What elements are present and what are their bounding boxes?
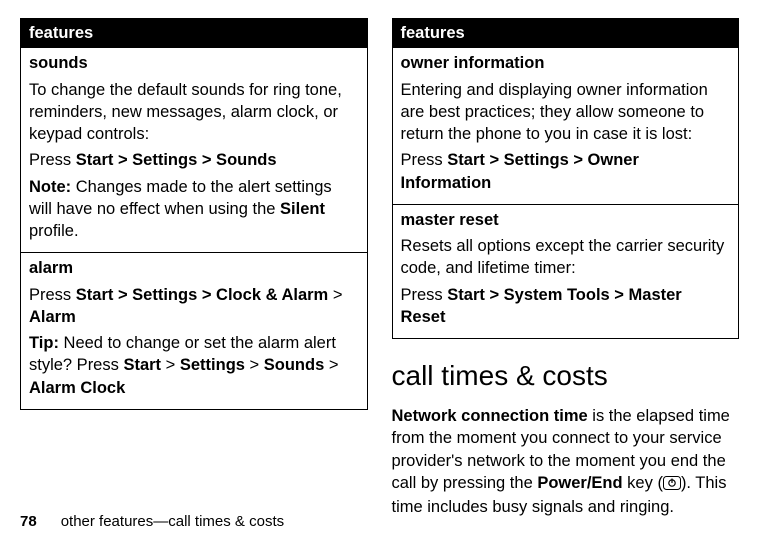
left-features-table: features sounds To change the default so… — [20, 18, 368, 410]
silent-word: Silent — [280, 200, 325, 218]
alarm-path: Press Start > Settings > Clock & Alarm >… — [29, 284, 359, 329]
press-label: Press — [401, 286, 448, 304]
body-b: key ( — [623, 474, 663, 492]
table-row: owner information Entering and displayin… — [392, 48, 739, 205]
power-end-key: Power/End — [537, 474, 622, 492]
alarm-tip: Tip: Need to change or set the alarm ale… — [29, 332, 359, 399]
path-start: Start — [447, 151, 485, 169]
section-heading-call-times: call times & costs — [392, 357, 740, 395]
right-column: features owner information Entering and … — [392, 18, 740, 524]
path-sep: > — [328, 286, 342, 304]
reset-path: Press Start > System Tools > Master Rese… — [401, 284, 731, 329]
page-footer: 78 other features—call times & costs — [20, 512, 284, 532]
tip-path-d: Alarm Clock — [29, 379, 125, 397]
table-row: alarm Press Start > Settings > Clock & A… — [21, 253, 368, 410]
power-key-icon — [663, 474, 681, 496]
note-text-b: profile. — [29, 222, 79, 240]
path-start: Start — [76, 286, 114, 304]
row-title-alarm: alarm — [29, 257, 359, 279]
left-table-header: features — [21, 19, 368, 48]
tip-sep2: > — [245, 356, 264, 374]
table-row: sounds To change the default sounds for … — [21, 48, 368, 253]
path-rest: > Settings > Sounds — [113, 151, 276, 169]
press-label: Press — [29, 286, 76, 304]
tip-sep1: > — [161, 356, 180, 374]
tip-path-a: Start — [123, 356, 161, 374]
path-last: Alarm — [29, 308, 76, 326]
path-mid: > Settings > Clock & Alarm — [113, 286, 328, 304]
path-start: Start — [76, 151, 114, 169]
owner-path: Press Start > Settings > Owner Informati… — [401, 149, 731, 194]
row-title-reset: master reset — [401, 209, 731, 231]
table-row: master reset Resets all options except t… — [392, 204, 739, 338]
tip-label: Tip: — [29, 334, 59, 352]
right-features-table: features owner information Entering and … — [392, 18, 740, 339]
press-label: Press — [29, 151, 76, 169]
row-title-owner: owner information — [401, 52, 731, 74]
network-time-bold: Network connection time — [392, 407, 588, 425]
owner-intro: Entering and displaying owner informatio… — [401, 79, 731, 146]
row-title-sounds: sounds — [29, 52, 359, 74]
path-start: Start — [447, 286, 485, 304]
right-table-header: features — [392, 19, 739, 48]
tip-sep3: > — [324, 356, 338, 374]
note-label: Note: — [29, 178, 71, 196]
tip-path-b: Settings — [180, 356, 245, 374]
sounds-path: Press Start > Settings > Sounds — [29, 149, 359, 171]
running-head: other features—call times & costs — [61, 513, 284, 530]
sounds-note: Note: Changes made to the alert settings… — [29, 176, 359, 243]
reset-intro: Resets all options except the carrier se… — [401, 235, 731, 280]
press-label: Press — [401, 151, 448, 169]
network-time-paragraph: Network connection time is the elapsed t… — [392, 405, 740, 518]
left-column: features sounds To change the default so… — [20, 18, 368, 524]
tip-path-c: Sounds — [264, 356, 325, 374]
sounds-intro: To change the default sounds for ring to… — [29, 79, 359, 146]
page-number: 78 — [20, 513, 37, 530]
